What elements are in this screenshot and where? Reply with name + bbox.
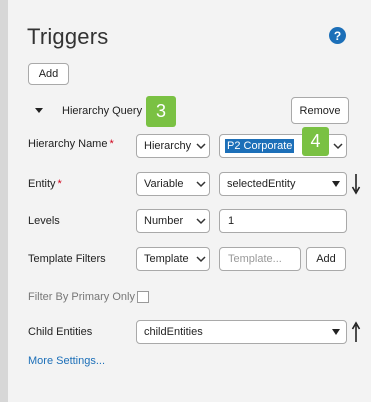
callout-badge-4: 4: [302, 127, 329, 156]
levels-input[interactable]: 1: [219, 209, 347, 233]
chevron-down-icon: [333, 143, 343, 150]
chevron-down-icon: [196, 143, 206, 150]
remove-button[interactable]: Remove: [291, 97, 349, 124]
left-panel-border: [0, 0, 8, 402]
hierarchy-type-select[interactable]: Hierarchy: [136, 134, 210, 158]
callout-badge-3: 3: [146, 96, 176, 127]
levels-type-value: Number: [144, 215, 184, 227]
entity-select[interactable]: selectedEntity: [219, 172, 347, 196]
hierarchy-type-value: Hierarchy: [144, 140, 192, 152]
entity-value: selectedEntity: [227, 178, 296, 190]
collapse-caret-icon[interactable]: [35, 108, 43, 113]
chevron-down-icon: [196, 256, 206, 263]
template-filter-placeholder: Template...: [228, 253, 282, 265]
chevron-down-icon: [196, 218, 206, 225]
add-template-filter-button[interactable]: Add: [306, 247, 346, 271]
template-type-value: Template: [144, 253, 189, 265]
dropdown-triangle-icon: [332, 181, 340, 187]
levels-type-select[interactable]: Number: [136, 209, 210, 233]
hierarchy-name-value: P2 Corporate: [225, 139, 295, 153]
entity-type-select[interactable]: Variable: [136, 172, 210, 196]
add-trigger-button[interactable]: Add: [28, 63, 69, 85]
child-entities-value: childEntities: [144, 326, 203, 338]
filter-primary-label: Filter By Primary Only: [28, 291, 135, 303]
child-entities-label: Child Entities: [28, 326, 93, 338]
template-type-select[interactable]: Template: [136, 247, 210, 271]
filter-primary-checkbox[interactable]: [137, 291, 149, 303]
template-filters-label: Template Filters: [28, 253, 106, 265]
chevron-down-icon: [196, 181, 206, 188]
dropdown-triangle-icon: [332, 329, 340, 335]
help-icon[interactable]: ?: [329, 27, 346, 44]
section-label: Hierarchy Query: [62, 105, 143, 117]
hierarchy-name-label: Hierarchy Name *: [28, 138, 114, 150]
arrow-down-icon[interactable]: [351, 173, 361, 195]
levels-label: Levels: [28, 215, 60, 227]
template-filter-input[interactable]: Template...: [219, 247, 301, 271]
entity-label: Entity *: [28, 178, 62, 190]
child-entities-select[interactable]: childEntities: [136, 320, 347, 344]
arrow-up-icon[interactable]: [351, 321, 361, 343]
page-title: Triggers: [27, 24, 109, 49]
entity-type-value: Variable: [144, 178, 184, 190]
more-settings-link[interactable]: More Settings...: [28, 355, 105, 367]
